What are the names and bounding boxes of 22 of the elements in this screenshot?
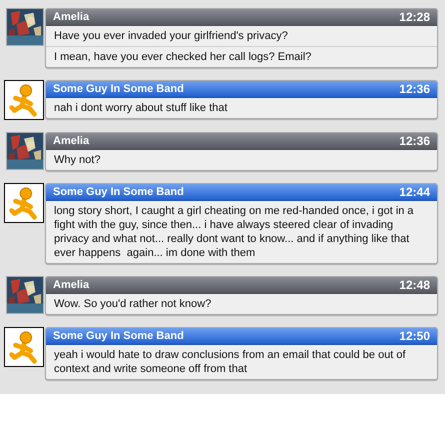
sender-name: Some Guy In Some Band bbox=[53, 82, 184, 97]
message-text: Have you ever invaded your girlfriend's privacy? bbox=[53, 29, 289, 44]
message-time: 12:44 bbox=[399, 184, 430, 201]
sender-name: Amelia bbox=[53, 134, 90, 149]
sender-name: Amelia bbox=[53, 278, 90, 293]
sender-name: Some Guy In Some Band bbox=[53, 328, 184, 344]
running-man-icon bbox=[4, 183, 44, 223]
message-text: nah i dont worry about stuff like that bbox=[53, 101, 228, 116]
message-text: Why not? bbox=[53, 153, 102, 168]
message-text: yeah i would hate to draw conclusions from an email that could be out of context and write someone off from that bbox=[53, 348, 407, 377]
sender-name: Some Guy In Some Band bbox=[53, 184, 184, 200]
message-time: 12:28 bbox=[399, 9, 430, 26]
sender-name: Amelia bbox=[53, 10, 90, 25]
message-time: 12:36 bbox=[399, 133, 430, 150]
message-time: 12:36 bbox=[399, 81, 430, 98]
message-text: Wow. So you'd rather not know? bbox=[53, 297, 212, 312]
running-man-icon bbox=[4, 327, 44, 367]
running-man-icon bbox=[4, 80, 44, 120]
message-text: long story short, I caught a girl cheating on me red-handed once, i got in a fight with the guy, since then... i have always steered clear of invading privacy and what not... really dont want to know... and if anything like that ever happens again... im done with them bbox=[53, 204, 415, 261]
message-text: I mean, have you ever checked her call logs? Email? bbox=[46, 46, 437, 67]
message-time: 12:48 bbox=[399, 277, 430, 294]
message-time: 12:50 bbox=[399, 328, 430, 345]
